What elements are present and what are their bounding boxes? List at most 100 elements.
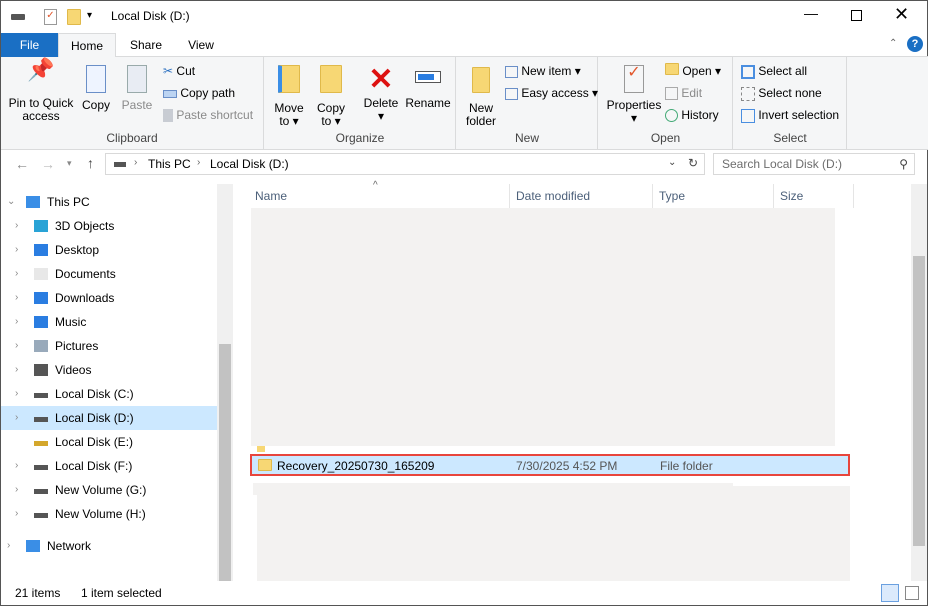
rename-button[interactable]: Rename	[405, 63, 451, 110]
navigation-pane: ⌄ This PC › 3D Objects › Desktop › Documents › Do…	[1, 184, 217, 581]
nav-scrollbar-thumb[interactable]	[219, 344, 231, 581]
chevron-right-icon[interactable]: ›	[15, 478, 18, 502]
nav-item-label: Network	[47, 539, 92, 553]
new-group: New folder New item ▾ Easy access ▾ New	[457, 57, 598, 149]
easy-access-button[interactable]: Easy access ▾	[505, 83, 598, 103]
up-button[interactable]: ↑	[87, 155, 94, 171]
new-item-button[interactable]: New item ▾	[505, 61, 581, 81]
column-type[interactable]: Type	[653, 184, 774, 208]
tab-share[interactable]: Share	[119, 33, 173, 57]
recent-locations-icon[interactable]: ▾	[67, 158, 72, 169]
music-icon	[34, 316, 48, 328]
nav-item-network[interactable]: › Network	[1, 534, 217, 558]
history-button[interactable]: History	[665, 105, 719, 125]
chevron-right-icon[interactable]: ›	[15, 334, 18, 358]
search-input[interactable]: Search Local Disk (D:) ⚲	[713, 153, 915, 175]
pin-button[interactable]: 📌 Pin to Quick access	[5, 59, 77, 123]
chevron-right-icon[interactable]: ›	[15, 238, 18, 262]
chevron-right-icon[interactable]: ›	[7, 534, 10, 558]
chevron-right-icon[interactable]: ›	[15, 214, 18, 238]
redacted-file-list-top	[251, 208, 835, 446]
invert-selection-button[interactable]: Invert selection	[741, 105, 839, 125]
chevron-right-icon[interactable]: ›	[15, 286, 18, 310]
open-group-label: Open	[650, 131, 681, 145]
nav-item-label: Documents	[55, 267, 116, 281]
properties-button[interactable]: ✓ Properties ▾	[603, 63, 665, 125]
chevron-right-icon[interactable]: ›	[15, 454, 18, 478]
nav-item-local-disk-f[interactable]: › Local Disk (F:)	[1, 454, 217, 478]
new-folder-button[interactable]: New folder	[461, 63, 501, 128]
nav-scrollbar[interactable]	[217, 184, 233, 581]
nav-item-downloads[interactable]: › Downloads	[1, 286, 217, 310]
item-count: 21 items	[15, 586, 61, 600]
nav-item-this-pc[interactable]: ⌄ This PC	[1, 190, 217, 214]
help-icon[interactable]: ?	[907, 36, 923, 52]
move-to-icon	[278, 65, 300, 93]
chevron-right-icon[interactable]: ›	[15, 406, 18, 430]
address-dropdown-icon[interactable]: ⌄	[668, 157, 676, 168]
select-group: Select all Select none Invert selection …	[734, 57, 847, 149]
select-none-button[interactable]: Select none	[741, 83, 822, 103]
chevron-right-icon[interactable]: ›	[15, 382, 18, 406]
maximize-button[interactable]	[851, 10, 862, 21]
folder-icon	[258, 459, 272, 471]
nav-item-videos[interactable]: › Videos	[1, 358, 217, 382]
nav-item-label: Desktop	[55, 243, 100, 257]
chevron-down-icon[interactable]: ⌄	[7, 190, 15, 214]
breadcrumb-this-pc[interactable]: This PC	[148, 157, 191, 171]
move-to-button[interactable]: Move to ▾	[271, 63, 307, 128]
cut-button[interactable]: ✂ Cut	[163, 61, 195, 81]
tab-view[interactable]: View	[175, 33, 227, 57]
column-header: ^ Name Date modified Type Size	[249, 180, 855, 208]
chevron-right-icon[interactable]: ›	[15, 310, 18, 334]
nav-item-new-volume-h[interactable]: › New Volume (H:)	[1, 502, 217, 526]
column-name[interactable]: Name	[249, 184, 510, 208]
nav-item-3d-objects[interactable]: › 3D Objects	[1, 214, 217, 238]
nav-item-documents[interactable]: › Documents	[1, 262, 217, 286]
file-row-selected[interactable]: Recovery_20250730_165209 7/30/2025 4:52 …	[250, 454, 850, 476]
open-button[interactable]: Open ▾	[665, 61, 721, 81]
paste-shortcut-button[interactable]: Paste shortcut	[163, 105, 253, 125]
search-icon: ⚲	[899, 157, 908, 171]
column-date-modified[interactable]: Date modified	[510, 184, 653, 208]
nav-item-label: Downloads	[55, 291, 115, 305]
nav-item-music[interactable]: › Music	[1, 310, 217, 334]
select-none-icon	[741, 86, 755, 101]
customize-toolbar-icon[interactable]: ▾	[87, 10, 92, 21]
refresh-button[interactable]: ↻	[688, 156, 698, 170]
copy-to-button[interactable]: Copy to ▾	[313, 63, 349, 128]
paste-button[interactable]: Paste	[119, 63, 155, 112]
nav-item-pictures[interactable]: › Pictures	[1, 334, 217, 358]
large-icons-view-button[interactable]	[905, 586, 919, 600]
nav-item-local-disk-e[interactable]: Local Disk (E:)	[1, 430, 217, 454]
drive-icon	[34, 489, 48, 494]
properties-quick-icon[interactable]: ✓	[44, 9, 57, 25]
nav-item-desktop[interactable]: › Desktop	[1, 238, 217, 262]
breadcrumb-local-disk-d[interactable]: Local Disk (D:)	[210, 157, 289, 171]
chevron-right-icon[interactable]: ›	[15, 502, 18, 526]
content-scrollbar-thumb[interactable]	[913, 256, 925, 546]
status-bar: 21 items 1 item selected	[1, 581, 928, 605]
select-all-button[interactable]: Select all	[741, 61, 807, 81]
nav-item-local-disk-c[interactable]: › Local Disk (C:)	[1, 382, 217, 406]
back-button[interactable]: ←	[15, 156, 29, 172]
copy-button[interactable]: Copy	[79, 63, 113, 112]
close-button[interactable]: ✕	[894, 4, 909, 25]
tab-home[interactable]: Home	[58, 33, 116, 58]
forward-button[interactable]: →	[41, 156, 55, 172]
delete-button[interactable]: ✕ Delete ▾	[359, 63, 403, 123]
column-size[interactable]: Size	[774, 184, 854, 208]
content-scrollbar[interactable]	[911, 184, 927, 581]
tab-file[interactable]: File	[1, 33, 58, 57]
chevron-right-icon[interactable]: ›	[15, 358, 18, 382]
copy-path-button[interactable]: Copy path	[163, 83, 235, 103]
nav-item-local-disk-d[interactable]: › Local Disk (D:)	[1, 406, 217, 430]
nav-item-new-volume-g[interactable]: › New Volume (G:)	[1, 478, 217, 502]
chevron-right-icon[interactable]: ›	[15, 262, 18, 286]
details-view-button[interactable]	[881, 584, 899, 602]
ribbon-collapse-icon[interactable]: ⌃	[889, 38, 897, 49]
address-bar[interactable]: › This PC › Local Disk (D:) ⌄ ↻	[105, 153, 705, 175]
minimize-button[interactable]: —	[791, 5, 831, 21]
edit-button[interactable]: Edit	[665, 83, 702, 103]
new-folder-quick-icon[interactable]	[67, 9, 81, 25]
